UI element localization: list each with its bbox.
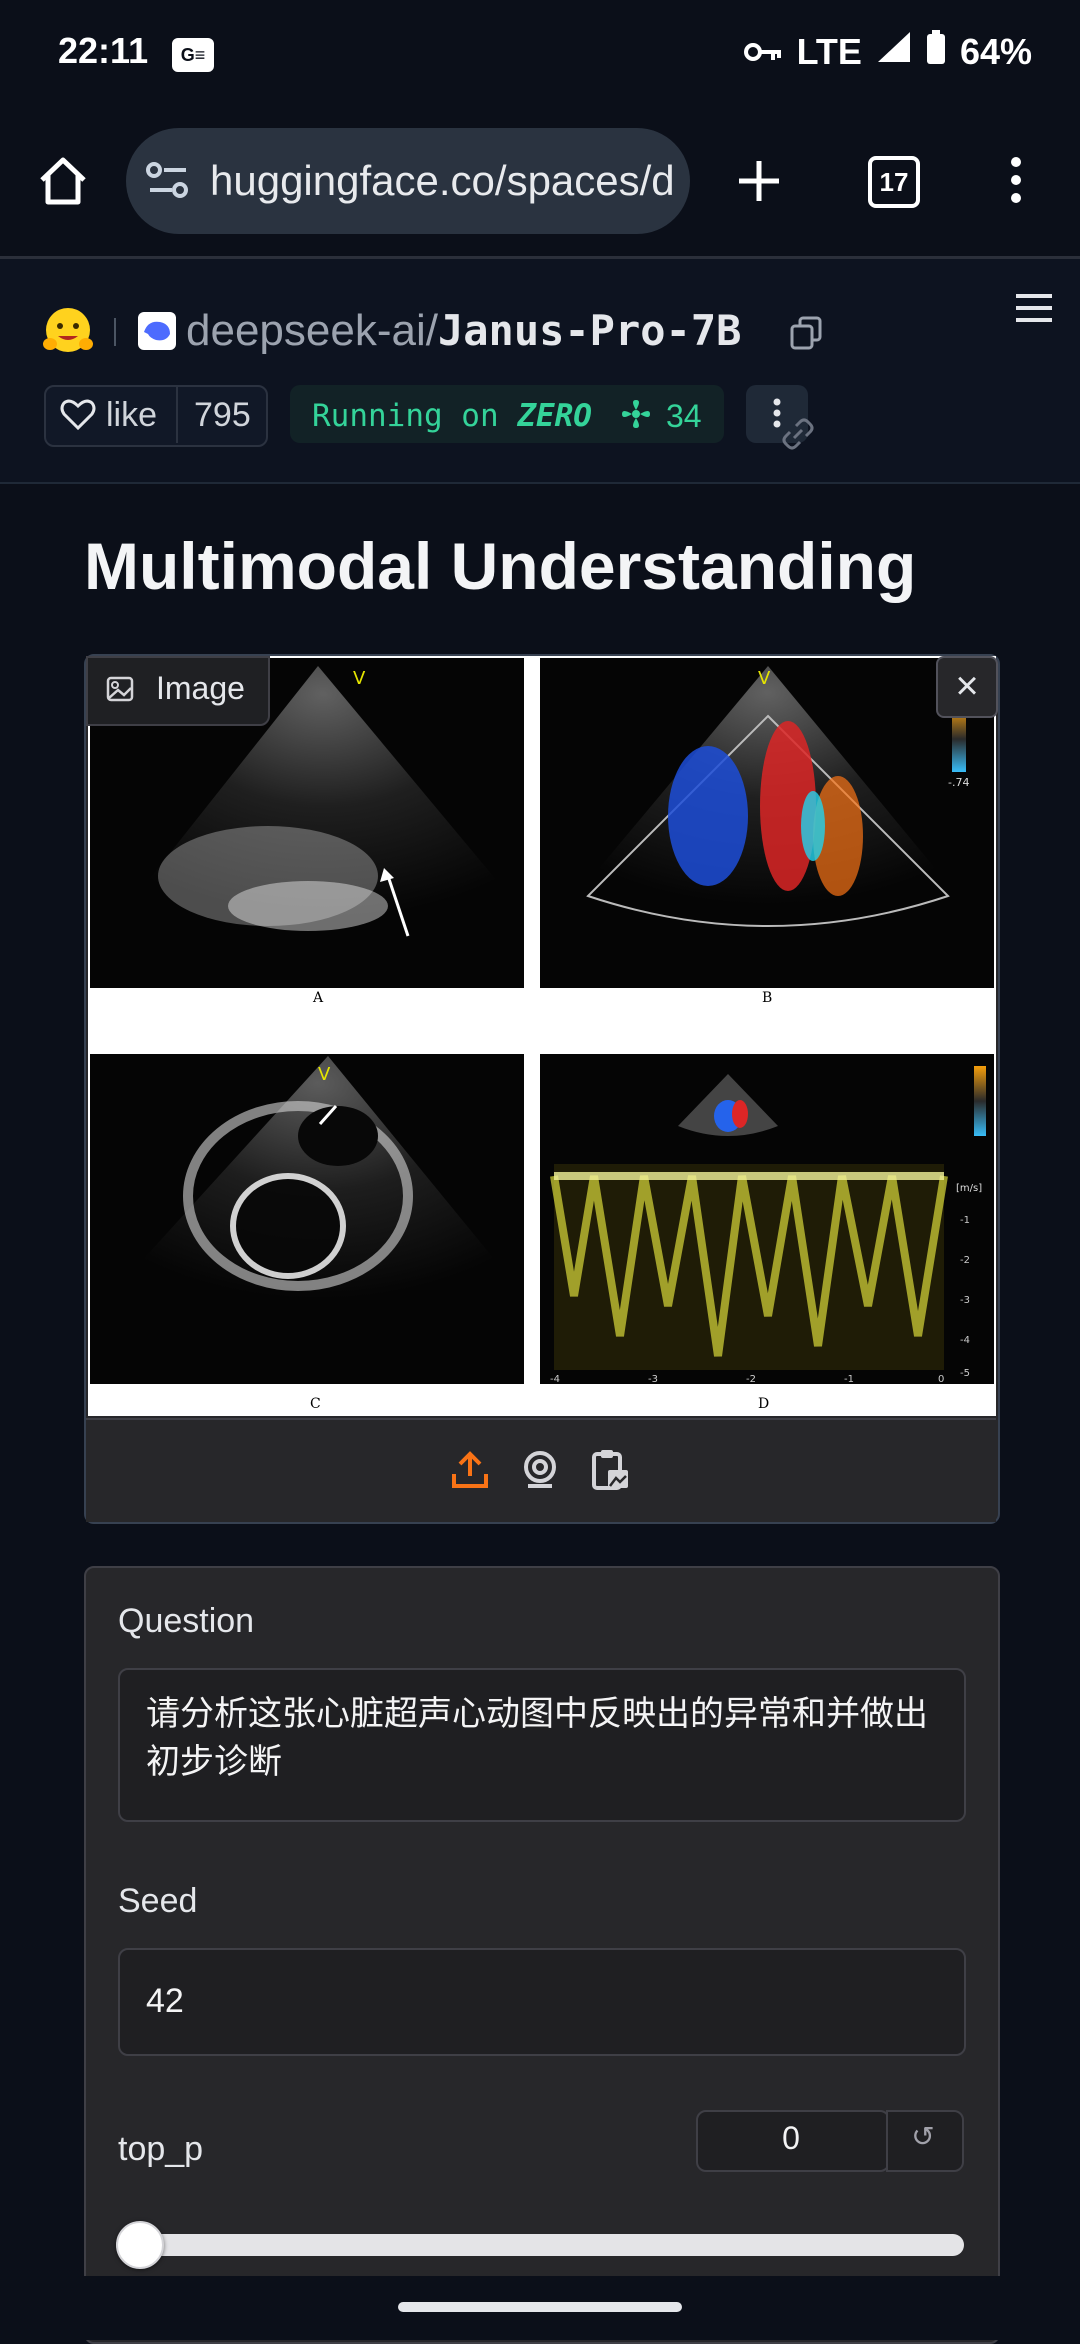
site-settings-icon[interactable] [146, 160, 190, 205]
home-icon[interactable] [36, 154, 90, 213]
battery-level: 64% [959, 30, 1032, 72]
home-gesture-handle[interactable] [398, 2302, 682, 2312]
url-text[interactable]: huggingface.co/spaces/d [210, 157, 680, 205]
image-label-text: Image [156, 670, 245, 706]
hardware-label: ZERO [517, 398, 592, 434]
like-label: like [106, 396, 158, 434]
new-tab-icon[interactable] [736, 158, 782, 209]
panel-d-y-5: -5 [960, 1368, 970, 1379]
repo-name[interactable]: Janus-Pro-7B [438, 306, 741, 355]
svg-text:V: V [353, 668, 366, 689]
top-p-value[interactable]: 0 [696, 2120, 886, 2157]
more-options-icon[interactable] [1008, 156, 1024, 209]
org-avatar-icon[interactable] [138, 312, 176, 350]
echo-panel-c: V [90, 1054, 524, 1384]
signal-icon [876, 30, 912, 73]
panel-d-x-2: -3 [648, 1374, 658, 1385]
repo-separator: / [425, 306, 438, 355]
clipboard-image-icon[interactable] [590, 1448, 630, 1497]
svg-text:V: V [318, 1064, 331, 1085]
status-right: LTE 64% [743, 30, 1032, 73]
echo-panel-b: V -.74 [540, 658, 994, 988]
seed-label: Seed [118, 1882, 198, 1920]
reset-icon: ↺ [911, 2121, 935, 2152]
panel-d-y-2: -2 [960, 1255, 970, 1266]
panel-label-a: A [312, 990, 324, 1006]
clear-image-button[interactable]: × [936, 656, 998, 718]
panel-d-unit: [m/s] [956, 1183, 982, 1194]
upload-icon[interactable] [450, 1450, 490, 1495]
header-divider [114, 318, 116, 346]
panel-label-b: B [762, 990, 772, 1006]
webcam-icon[interactable] [520, 1450, 560, 1495]
panel-d-x-5: 0 [938, 1374, 944, 1385]
panel-d-x-1: -4 [550, 1374, 560, 1385]
seed-input[interactable] [118, 1948, 966, 2056]
top-p-label: top_p [118, 2130, 204, 2168]
network-type: LTE [796, 30, 862, 72]
vpn-key-icon [743, 31, 783, 73]
link-icon[interactable] [782, 418, 814, 455]
repo-title[interactable]: deepseek-ai/Janus-Pro-7B [186, 306, 741, 356]
running-on-text: Running on ZERO [312, 398, 592, 434]
hugging-face-logo[interactable] [42, 306, 94, 361]
image-icon [106, 676, 134, 707]
panel-b-scale-bottom: -.74 [948, 776, 969, 789]
svg-text:V: V [758, 668, 771, 689]
question-value[interactable]: 请分析这张心脏超声心动图中反映出的异常和并做出初步诊断 [146, 1690, 946, 1786]
like-count: 795 [194, 396, 251, 434]
panel-d-y-3: -3 [960, 1295, 970, 1306]
copy-icon[interactable] [790, 316, 822, 355]
top-p-slider-track[interactable] [116, 2234, 964, 2256]
panel-label-d: D [758, 1396, 769, 1412]
fan-count: 34 [666, 398, 702, 434]
status-time: 22:11 [58, 30, 149, 71]
repo-owner[interactable]: deepseek-ai [186, 306, 426, 355]
panel-d-y-1: -1 [960, 1215, 970, 1226]
seed-value[interactable]: 42 [146, 1982, 184, 2021]
page-title: Multimodal Understanding [84, 529, 917, 603]
panel-d-x-3: -2 [746, 1374, 756, 1385]
echo-panel-d: [m/s] -1 -2 -3 -4 -5 -4 -3 -2 -1 0 [540, 1054, 994, 1385]
panel-d-x-4: -1 [844, 1374, 854, 1385]
running-on-label: Running on [312, 398, 499, 434]
tab-switcher-button[interactable]: 17 [868, 156, 920, 208]
top-p-slider-thumb[interactable] [116, 2221, 164, 2269]
kebab-icon [772, 398, 782, 433]
uploaded-image[interactable]: V A V -.74 B V C [m/s] -1 -2 -3 -4 -5 -4… [88, 656, 996, 1416]
panel-d-y-4: -4 [960, 1335, 970, 1346]
like-divider [176, 387, 178, 443]
battery-icon [926, 30, 946, 73]
g-news-icon: G≡ [172, 38, 214, 72]
question-label: Question [118, 1602, 255, 1640]
space-header [0, 259, 1080, 484]
hamburger-menu-icon[interactable] [1014, 292, 1054, 329]
fan-icon [620, 398, 652, 435]
heart-icon [60, 398, 96, 435]
panel-label-c: C [310, 1396, 321, 1412]
